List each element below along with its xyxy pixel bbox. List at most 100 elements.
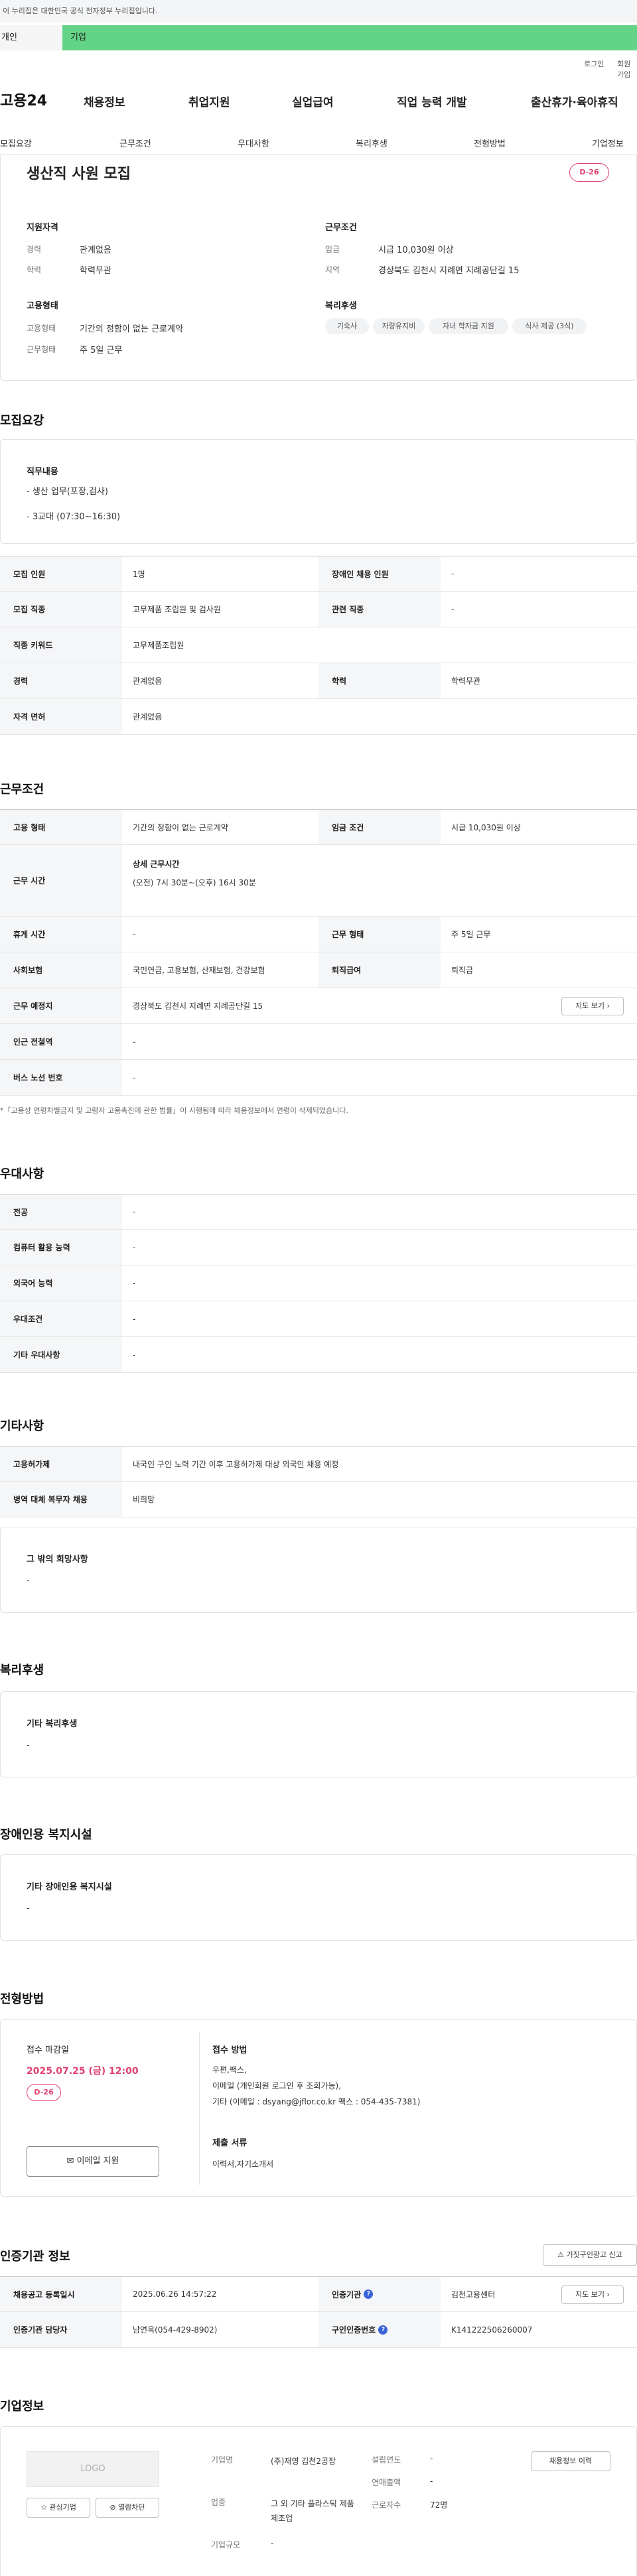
cell-key: 장애인 채용 인원 (318, 556, 441, 591)
table-row: 근무 시간 상세 근무시간 (오전) 7시 30분~(오후) 16시 30분 (0, 845, 637, 917)
cell-key: 버스 노선 번호 (0, 1060, 122, 1095)
emp-label: 근무형태 (27, 345, 56, 354)
cell-key: 모집 직종 (0, 592, 122, 627)
map-button-label: 지도 보기 (575, 2290, 605, 2299)
cell-value: 김천고용센터 (451, 2289, 496, 2299)
subnav-recruit[interactable]: 모집요강 (0, 137, 32, 149)
subnav-process[interactable]: 전형방법 (474, 137, 506, 149)
cell-value: K141222506260007 (451, 2325, 533, 2335)
cell-key: 인증기관 담당자 (0, 2312, 122, 2347)
cert-title: 인증기관 정보 (0, 2250, 70, 2264)
cell-value: - (133, 929, 136, 939)
favorite-label: 관심기업 (49, 2503, 76, 2512)
cell-value: - (133, 1072, 136, 1082)
emp-value: 주 5일 근무 (80, 346, 123, 355)
size-value: - (271, 2539, 274, 2548)
cell-key: 채용공고 등록일시 (0, 2277, 122, 2311)
subnav-prefer[interactable]: 우대사항 (238, 137, 269, 149)
method-line: 기타 (이메일 : dsyang@jflor.co.kr 팩스 : 054-43… (212, 2097, 421, 2106)
gnb-unemployment-benefit[interactable]: 실업급여 (292, 93, 334, 109)
report-button[interactable]: ⚠ 거짓구인광고 신고 (543, 2244, 637, 2266)
gnb-employment-support[interactable]: 취업지원 (188, 93, 230, 109)
qual-heading: 지원자격 (27, 223, 58, 233)
wish-heading: 그 밖의 희망사항 (27, 1555, 88, 1565)
hiring-history-button[interactable]: 채용정보 이력 (531, 2451, 610, 2471)
map-button[interactable]: 지도 보기 › (561, 997, 624, 1015)
table-row: 휴게 시간 - 근무 형태 주 5일 근무 (0, 917, 637, 952)
work-heading: 근무조건 (325, 223, 357, 233)
info-icon[interactable]: ? (364, 2289, 374, 2299)
cell-key: 근무 시간 (0, 845, 122, 916)
cell-key: 자격 면허 (0, 699, 122, 734)
cell-value: - (133, 1207, 136, 1216)
subnav-company[interactable]: 기업정보 (592, 137, 624, 149)
qual-value: 관계없음 (80, 245, 111, 255)
gnb-jobs[interactable]: 채용정보 (84, 93, 125, 109)
table-row: 인근 전철역 - (0, 1024, 637, 1060)
wish-box (0, 1527, 637, 1613)
table-row: 컴퓨터 활용 능력 - (0, 1230, 637, 1265)
chevron-right-icon: › (606, 1001, 610, 1010)
company-title: 기업정보 (0, 2400, 44, 2414)
deadline-value: 2025.07.25 (금) 12:00 (27, 2066, 139, 2077)
welfare-heading: 복리후생 (325, 301, 357, 311)
cell-value: 기간의 정함이 없는 근로계약 (133, 822, 228, 832)
recruit-title: 모집요강 (0, 414, 44, 428)
favorite-company-button[interactable]: ☆ 관심기업 (27, 2498, 90, 2518)
cell-key: 관련 직종 (318, 592, 441, 627)
gnb-parental-leave[interactable]: 출산휴가·육아휴직 (531, 93, 618, 109)
disability-box (0, 1854, 637, 1941)
work-value: 경상북도 김천시 지례면 지례공단길 15 (378, 266, 520, 276)
cell-value: 관계없음 (133, 712, 163, 722)
info-icon[interactable]: ? (378, 2325, 388, 2335)
subnav-welfare[interactable]: 복리후생 (356, 137, 388, 149)
subnav-conditions[interactable]: 근무조건 (119, 137, 151, 149)
cell-key: 전공 (0, 1194, 122, 1229)
method-line: 이메일 (개인회원 로그인 후 조회가능), (212, 2081, 342, 2091)
welfare-chip: 기숙사 (325, 318, 369, 334)
work-label: 임금 (325, 245, 340, 254)
login-link[interactable]: 로그인 (584, 58, 604, 69)
gnb-job-training[interactable]: 직업 능력 개발 (397, 93, 467, 109)
cell-key: 학력 (318, 663, 441, 698)
dday-badge: D-26 (569, 163, 609, 182)
detail-hours-title: 상세 근무시간 (133, 860, 180, 869)
welfare-chip: 자녀 학자금 지원 (429, 318, 508, 334)
cell-value: 국민연금, 고용보험, 산재보험, 건강보험 (133, 966, 265, 975)
cell-key: 퇴직급여 (318, 952, 441, 988)
benefit-box (0, 1691, 637, 1777)
chevron-right-icon: › (606, 2290, 610, 2299)
cell-value: - (133, 1278, 136, 1288)
table-row: 직종 키워드 고무제품조립원 (0, 627, 637, 663)
join-link[interactable]: 회원가입 (617, 58, 637, 80)
welfare-chip: 자량유지비 (373, 318, 425, 334)
cell-value: 고무제품 조립원 및 검사원 (133, 605, 221, 614)
cell-key: 직종 키워드 (0, 627, 122, 663)
emp-label: 고용형태 (27, 324, 56, 333)
method-label: 접수 방법 (212, 2045, 248, 2055)
cell-value: 주 5일 근무 (451, 930, 491, 939)
cell-value: 1명 (133, 569, 145, 579)
tab-personal[interactable]: 개인 (0, 25, 62, 50)
revenue-label: 연매출액 (372, 2478, 401, 2487)
mail-icon: ✉ (66, 2156, 74, 2166)
detail-hours-value: (오전) 7시 30분~(오후) 16시 30분 (133, 878, 256, 887)
star-icon: ☆ (40, 2503, 47, 2512)
cell-key: 인근 전철역 (0, 1024, 122, 1059)
cell-value: 비희망 (133, 1495, 155, 1504)
tab-corp[interactable]: 기업 (62, 25, 637, 50)
cell-value: - (133, 1314, 136, 1324)
emp-heading: 고용형태 (27, 301, 58, 311)
map-button[interactable]: 지도 보기 › (561, 2286, 624, 2304)
table-row: 인증기관 담당자 남연옥(054-429-8902) 구인인증번호 ? K141… (0, 2312, 637, 2348)
cert-no-key: 구인인증번호 (332, 2325, 376, 2335)
block-view-button[interactable]: ⊘ 열람차단 (96, 2498, 159, 2518)
cell-key: 외국어 능력 (0, 1265, 122, 1301)
wish-value: - (27, 1576, 30, 1586)
site-logo[interactable]: 고용24 (0, 89, 47, 110)
table-row: 고용허가제 내국인 구인 노력 기간 이후 고용허가제 대상 외국인 채용 예정 (0, 1446, 637, 1482)
cell-value: 남연옥(054-429-8902) (133, 2325, 218, 2335)
industry-value: 그 외 기타 플라스틱 제품 제조업 (271, 2499, 354, 2523)
email-apply-button[interactable]: ✉ 이메일 지원 (27, 2146, 159, 2177)
cell-value: 퇴직금 (451, 966, 474, 975)
